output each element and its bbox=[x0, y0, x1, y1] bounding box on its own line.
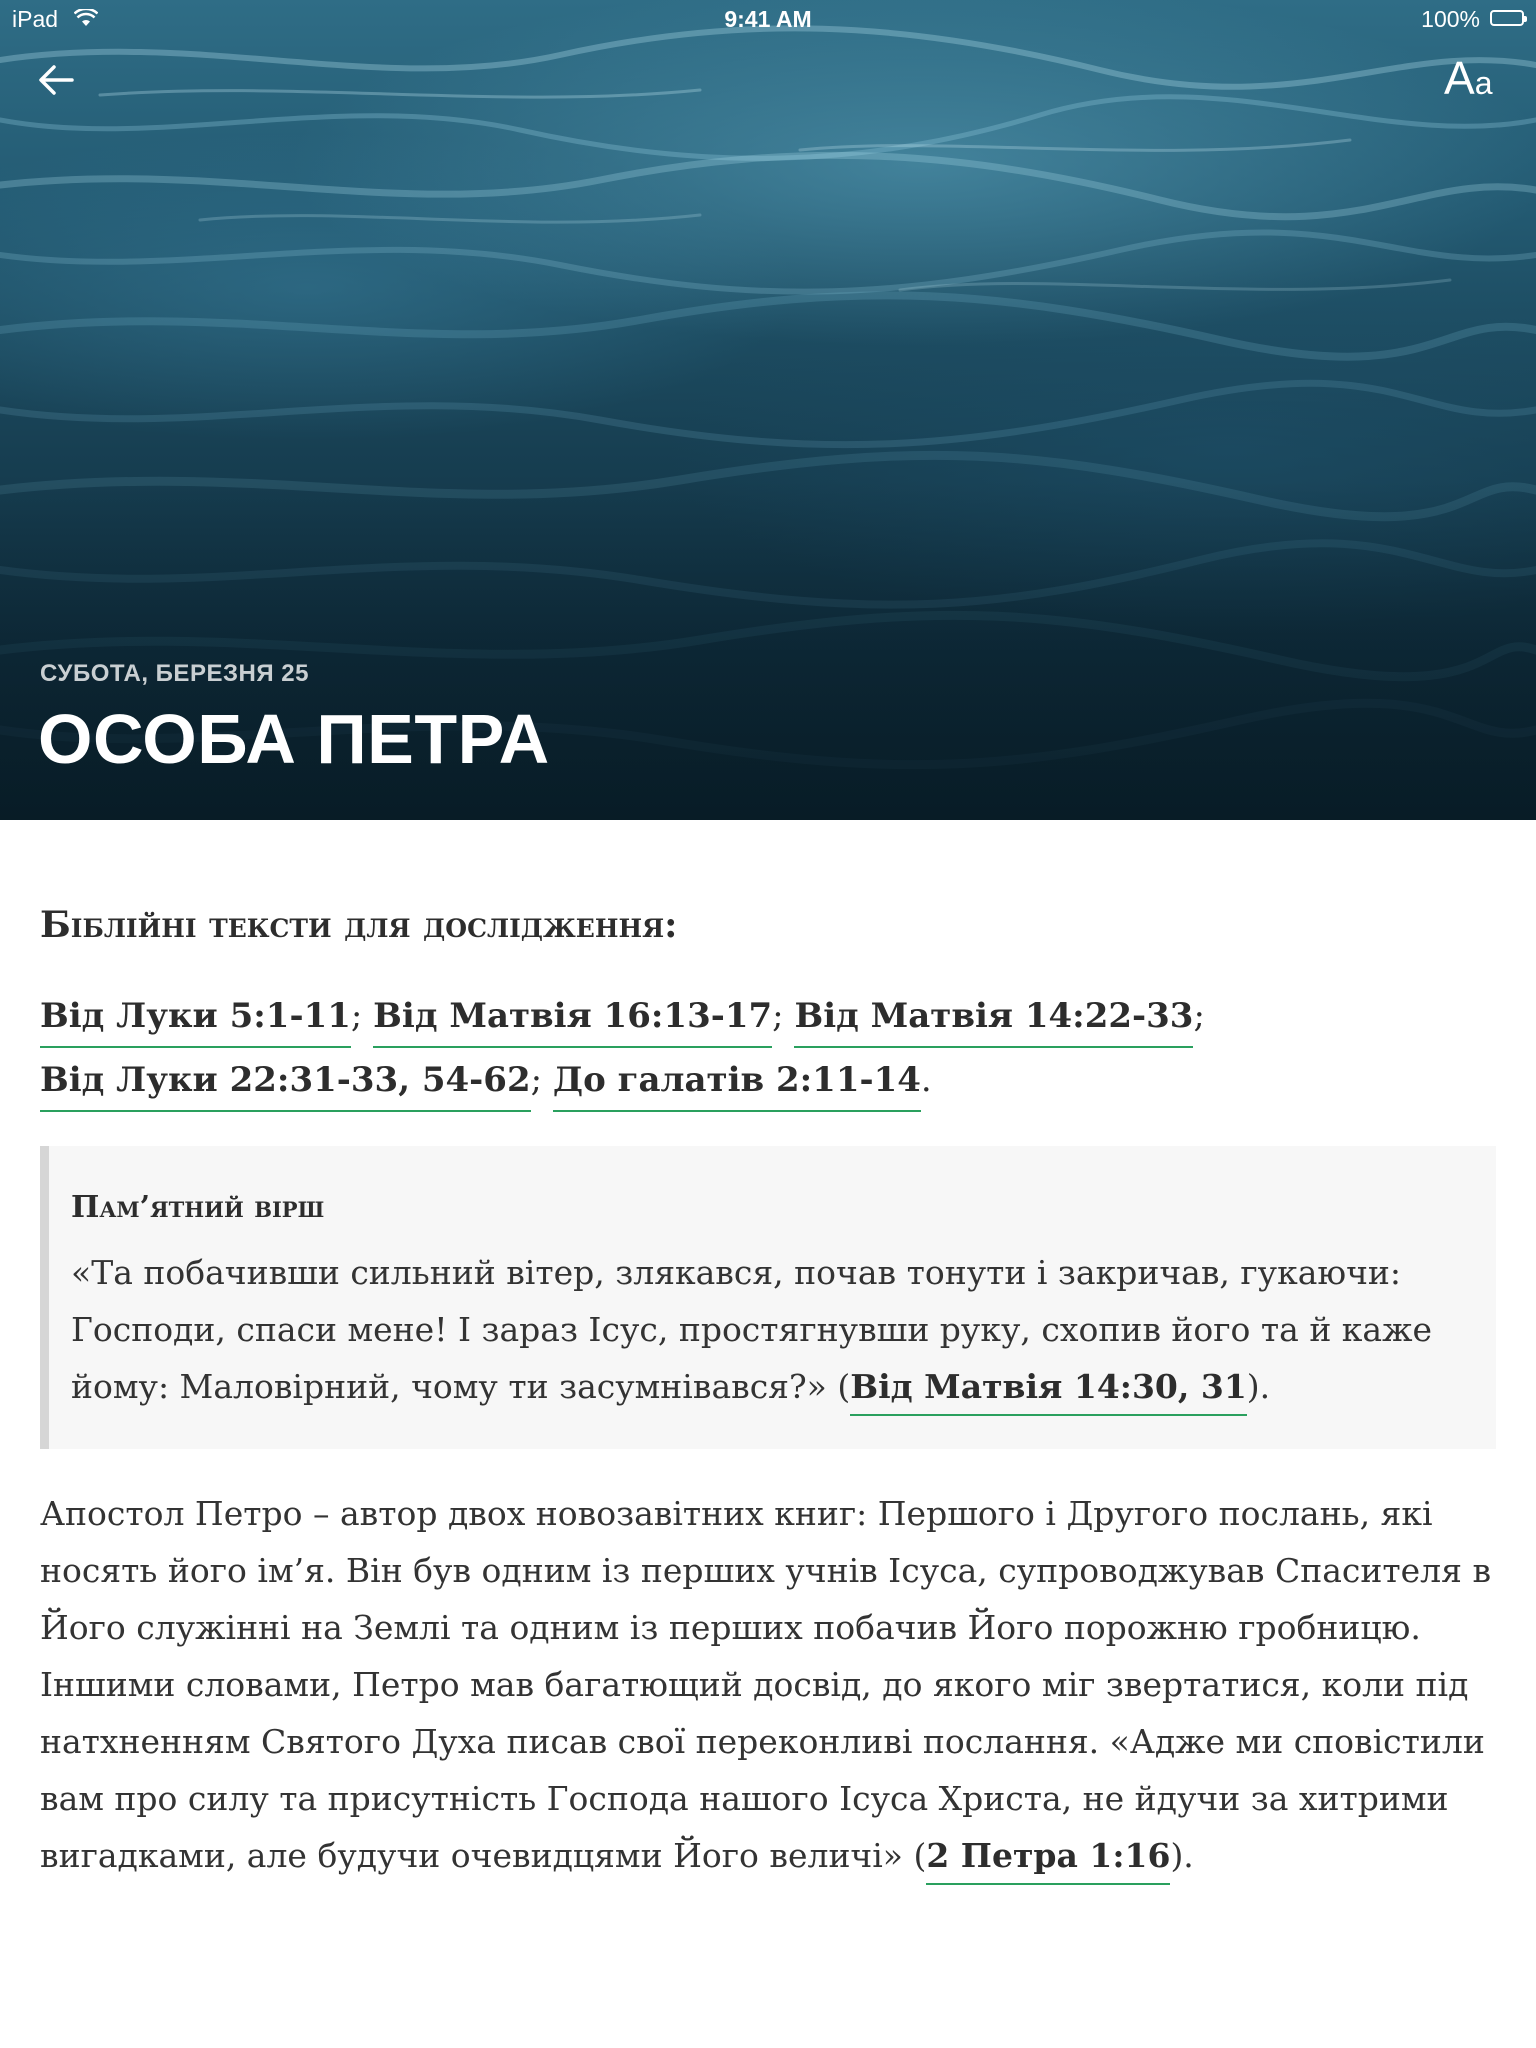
memory-verse-heading: Пам’ятний вірш bbox=[71, 1190, 325, 1225]
refs-end: . bbox=[920, 1060, 932, 1100]
ref-separator: ; bbox=[350, 996, 363, 1036]
study-heading: Біблійні тексти для дослідження: bbox=[40, 904, 678, 946]
memory-verse-end: ). bbox=[1246, 1367, 1271, 1406]
hero-image: iPad 9:41 AM 100% Aa СУБОТА, БЕРЕЗНЯ 25 … bbox=[0, 0, 1536, 820]
memory-verse-block: Пам’ятний вірш «Та побачивши сильний віт… bbox=[40, 1146, 1496, 1449]
paragraph-end: ). bbox=[1170, 1836, 1194, 1875]
paragraph-body: Апостол Петро – автор двох новозавітних … bbox=[40, 1494, 1492, 1875]
paragraph-reference-link[interactable]: 2 Петра 1:16 bbox=[926, 1836, 1171, 1885]
lesson-date: СУБОТА, БЕРЕЗНЯ 25 bbox=[40, 660, 309, 687]
lesson-content: Біблійні тексти для дослідження: Від Лук… bbox=[40, 900, 1496, 1917]
battery-percent: 100% bbox=[1421, 6, 1480, 32]
back-arrow-icon[interactable] bbox=[34, 58, 78, 102]
reference-link[interactable]: До галатів 2:11-14 bbox=[552, 1060, 921, 1112]
ref-separator: ; bbox=[1193, 996, 1205, 1036]
lesson-paragraph: Апостол Петро – автор двох новозавітних … bbox=[40, 1485, 1496, 1885]
lesson-title: ОСОБА ПЕТРА bbox=[38, 700, 550, 778]
reference-link[interactable]: Від Луки 22:31-33, 54-62 bbox=[40, 1060, 531, 1112]
font-settings-icon-small: a bbox=[1474, 65, 1493, 101]
battery-icon bbox=[1490, 10, 1527, 26]
reference-link[interactable]: Від Матвія 16:13-17 bbox=[373, 996, 773, 1048]
font-settings-icon-big: A bbox=[1444, 52, 1475, 104]
study-references: Від Луки 5:1-11; Від Матвія 16:13-17; Ві… bbox=[40, 984, 1496, 1112]
status-time: 9:41 AM bbox=[724, 6, 812, 32]
memory-verse-text: «Та побачивши сильний вітер, злякався, п… bbox=[71, 1244, 1466, 1416]
reference-link[interactable]: Від Матвія 14:22-33 bbox=[794, 996, 1194, 1048]
ref-separator: ; bbox=[530, 1060, 543, 1100]
ref-separator: ; bbox=[772, 996, 784, 1036]
memory-verse-reference-link[interactable]: Від Матвія 14:30, 31 bbox=[850, 1367, 1247, 1416]
reference-link[interactable]: Від Луки 5:1-11 bbox=[40, 996, 351, 1048]
font-settings-button[interactable]: Aa bbox=[1444, 52, 1510, 104]
status-bar: iPad 9:41 AM 100% bbox=[0, 0, 1536, 40]
